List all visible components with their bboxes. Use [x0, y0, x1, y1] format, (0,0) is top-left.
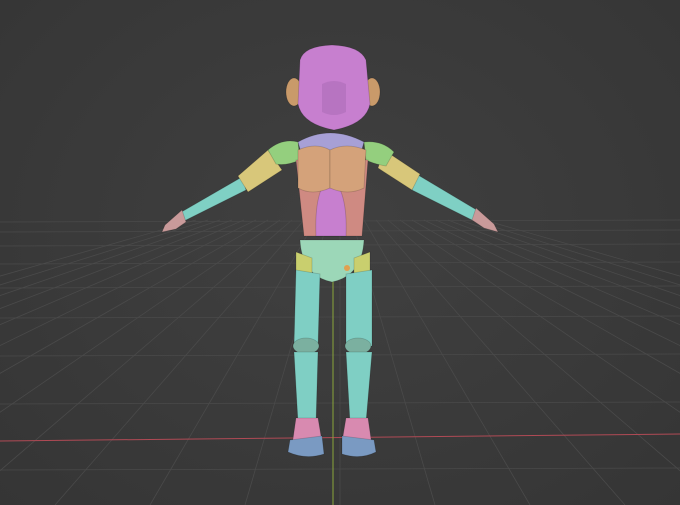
left-shin: [293, 351, 319, 423]
left-hand: [161, 209, 187, 233]
mannequin-model[interactable]: [161, 44, 499, 457]
grid-line-v7: [0, 219, 281, 413]
3d-viewport[interactable]: [0, 0, 680, 505]
pelvis-marker: [344, 265, 350, 271]
head-back-bump: [322, 81, 346, 115]
left-arm[interactable]: [161, 140, 301, 233]
grid-line-v2: [0, 219, 221, 296]
grid-line-v4: [0, 219, 245, 326]
right-hand: [471, 207, 499, 233]
left-forearm: [177, 176, 247, 223]
grid-line-v8: [0, 219, 293, 472]
right-forearm: [411, 174, 481, 223]
right-arm[interactable]: [363, 141, 499, 233]
right-shin: [345, 351, 373, 423]
grid-line-v6: [0, 219, 269, 374]
grid-line-v9: [54, 219, 305, 505]
chest-right: [329, 145, 367, 193]
grid-line-v1: [0, 219, 209, 286]
grid-line-v3: [0, 219, 233, 309]
left-thigh: [293, 269, 321, 347]
chest-left: [297, 145, 331, 193]
grid-line-v0: [0, 219, 197, 277]
grid-line-v10: [149, 219, 317, 505]
right-thigh: [345, 269, 373, 347]
viewport-scene[interactable]: [0, 0, 680, 505]
